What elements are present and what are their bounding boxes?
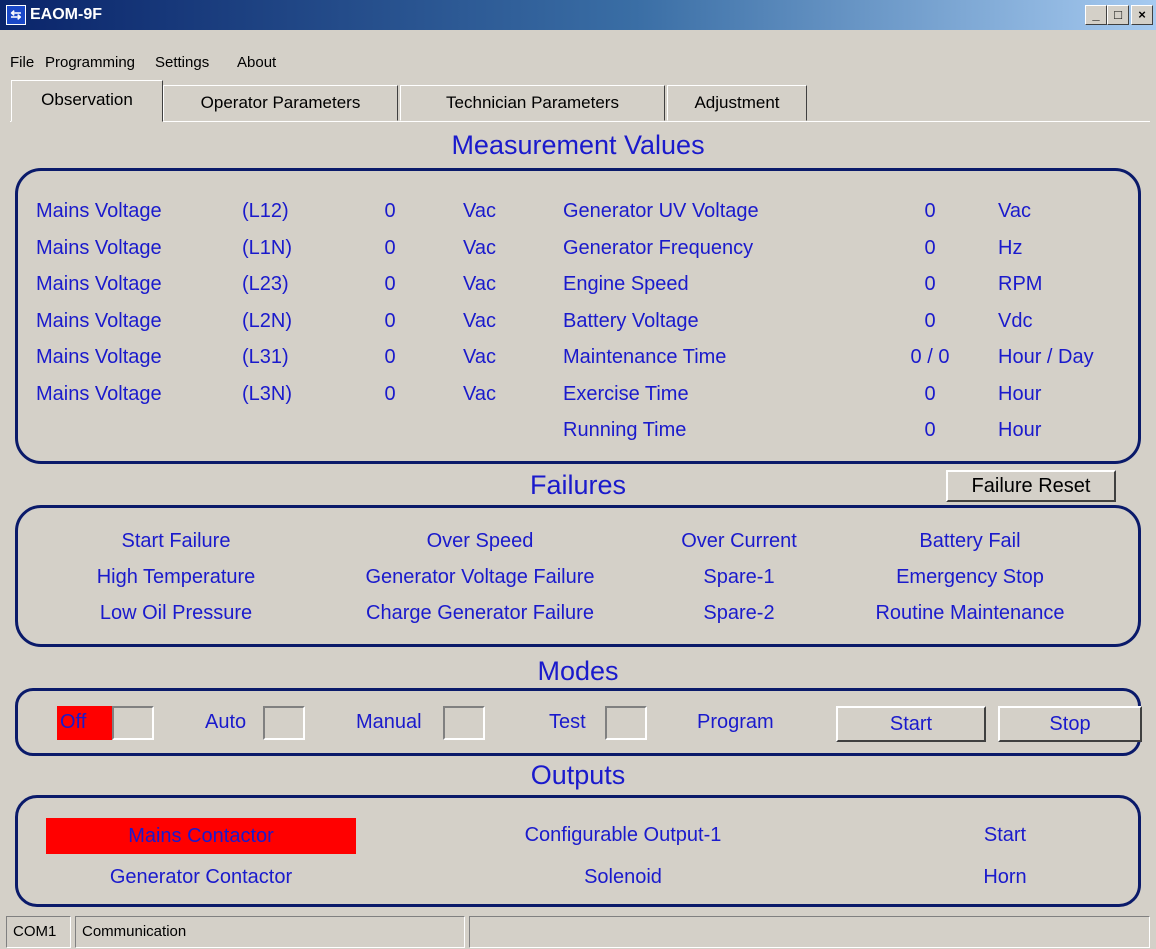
auto-label: Auto — [205, 711, 247, 733]
tab-adjustment[interactable]: Adjustment — [667, 85, 807, 121]
measurement-label: Generator UV Voltage — [563, 200, 759, 222]
close-button[interactable]: × — [1131, 5, 1153, 25]
mains-voltage-label: Mains Voltage — [36, 200, 162, 222]
generator-contactor-output: Generator Contactor — [109, 866, 293, 888]
mains-contactor-output: Mains Contactor — [46, 818, 356, 854]
maximize-button[interactable]: □ — [1107, 5, 1129, 25]
mains-voltage-value: 0 — [384, 310, 396, 332]
start-button[interactable]: Start — [836, 706, 986, 742]
mains-voltage-value: 0 — [384, 237, 396, 259]
tab-technician-parameters[interactable]: Technician Parameters — [400, 85, 665, 121]
measurement-unit: Hour — [998, 419, 1042, 441]
off-label: Off — [60, 711, 87, 733]
mains-voltage-phase: (L3N) — [242, 383, 293, 405]
mains-voltage-phase: (L31) — [242, 346, 289, 368]
measurement-value: 0 / 0 — [910, 346, 950, 368]
status-communication: Communication — [75, 916, 465, 948]
menu-settings[interactable]: Settings — [155, 54, 209, 71]
menu-programming[interactable]: Programming — [45, 54, 135, 71]
measurement-value: 0 — [924, 310, 936, 332]
mains-voltage-value: 0 — [384, 200, 396, 222]
app-icon[interactable]: ⇆ — [6, 5, 26, 25]
tab-observation[interactable]: Observation — [11, 80, 163, 122]
failure-indicator: Low Oil Pressure — [99, 602, 253, 624]
title-bar — [0, 0, 1156, 30]
measurement-unit: Vdc — [998, 310, 1033, 332]
minimize-button[interactable]: _ — [1085, 5, 1107, 25]
status-empty — [469, 916, 1150, 948]
horn-output: Horn — [983, 866, 1027, 888]
status-port: COM1 — [6, 916, 71, 948]
measurement-label: Generator Frequency — [563, 237, 754, 259]
tab-operator-parameters[interactable]: Operator Parameters — [163, 85, 398, 121]
window-title: EAOM-9F — [30, 6, 102, 23]
solenoid-output: Solenoid — [584, 866, 662, 888]
mains-voltage-label: Mains Voltage — [36, 273, 162, 295]
measurement-label: Battery Voltage — [563, 310, 699, 332]
mains-voltage-value: 0 — [384, 383, 396, 405]
mains-voltage-phase: (L2N) — [242, 310, 293, 332]
measurement-value: 0 — [924, 200, 936, 222]
off-mode-button[interactable] — [112, 706, 154, 740]
program-label: Program — [697, 711, 774, 733]
measurement-unit: Hz — [998, 237, 1023, 259]
mains-voltage-label: Mains Voltage — [36, 383, 162, 405]
configurable-output-1: Configurable Output-1 — [524, 824, 722, 846]
auto-mode-button[interactable] — [263, 706, 305, 740]
failure-indicator: Start Failure — [121, 530, 231, 552]
measurement-value: 0 — [924, 419, 936, 441]
mains-voltage-label: Mains Voltage — [36, 237, 162, 259]
menu-about[interactable]: About — [237, 54, 276, 71]
mains-voltage-phase: (L23) — [242, 273, 289, 295]
failure-indicator: Emergency Stop — [896, 566, 1044, 588]
manual-label: Manual — [356, 711, 422, 733]
measurement-unit: Hour / Day — [998, 346, 1094, 368]
mains-voltage-label: Mains Voltage — [36, 346, 162, 368]
failure-indicator: High Temperature — [96, 566, 256, 588]
manual-mode-button[interactable] — [443, 706, 485, 740]
mains-voltage-label: Mains Voltage — [36, 310, 162, 332]
mains-voltage-phase: (L1N) — [242, 237, 293, 259]
measurement-label: Maintenance Time — [563, 346, 727, 368]
failure-indicator: Battery Fail — [919, 530, 1021, 552]
mains-voltage-value: 0 — [384, 273, 396, 295]
measurement-unit: Hour — [998, 383, 1042, 405]
outputs-heading: Outputs — [530, 760, 626, 790]
measurement-value: 0 — [924, 273, 936, 295]
stop-button[interactable]: Stop — [998, 706, 1142, 742]
mains-voltage-phase: (L12) — [242, 200, 289, 222]
start-output: Start — [983, 824, 1027, 846]
mains-voltage-unit: Vac — [463, 237, 496, 259]
test-mode-button[interactable] — [605, 706, 647, 740]
measurement-unit: Vac — [998, 200, 1031, 222]
measurement-value: 0 — [924, 237, 936, 259]
failure-indicator: Routine Maintenance — [875, 602, 1065, 624]
mains-voltage-unit: Vac — [463, 383, 496, 405]
test-label: Test — [549, 711, 586, 733]
mains-voltage-unit: Vac — [463, 200, 496, 222]
measurement-unit: RPM — [998, 273, 1043, 295]
menu-file[interactable]: File — [10, 54, 34, 71]
measurement-label: Running Time — [563, 419, 687, 441]
measurement-heading: Measurement Values — [451, 130, 705, 160]
failure-reset-button[interactable]: Failure Reset — [946, 470, 1116, 502]
mains-voltage-unit: Vac — [463, 273, 496, 295]
mains-voltage-unit: Vac — [463, 346, 496, 368]
modes-heading: Modes — [537, 656, 619, 686]
tab-panel-edge — [10, 121, 1150, 122]
measurement-label: Exercise Time — [563, 383, 689, 405]
measurement-label: Engine Speed — [563, 273, 689, 295]
mains-voltage-unit: Vac — [463, 310, 496, 332]
mains-voltage-value: 0 — [384, 346, 396, 368]
measurement-value: 0 — [924, 383, 936, 405]
